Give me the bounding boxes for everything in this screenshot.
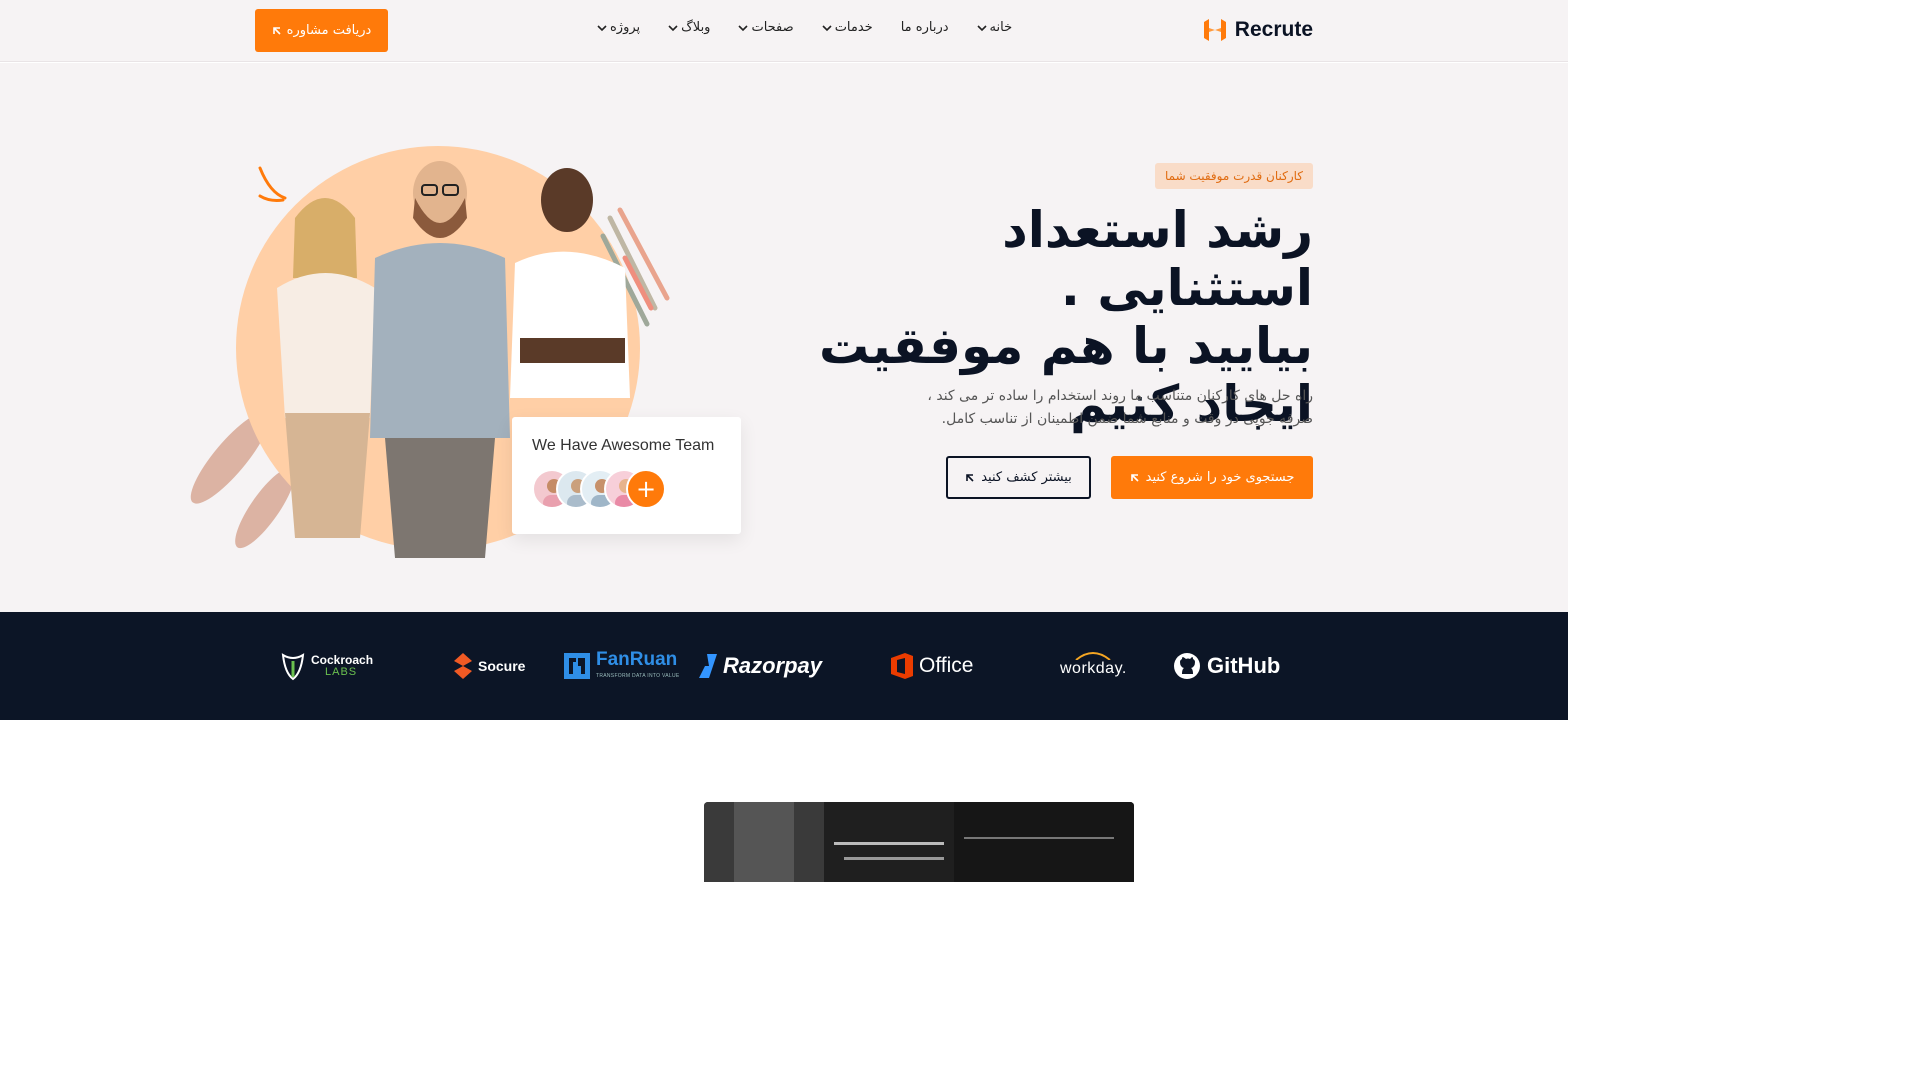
nav-item-services[interactable]: خدمات xyxy=(822,20,873,35)
cockroach-icon xyxy=(281,653,305,681)
chevron-down-icon xyxy=(738,24,749,31)
nav-label: صفحات xyxy=(751,20,794,35)
add-member-button[interactable]: + xyxy=(626,469,666,509)
hero-section: کارکنان قدرت موفقیت شما رشد استعداد استث… xyxy=(0,63,1568,612)
brand-name: Office xyxy=(919,654,974,677)
team-card: We Have Awesome Team + xyxy=(512,417,741,534)
brand-socure: Socure xyxy=(454,650,525,682)
office-photo xyxy=(704,802,1134,882)
description-line: صرفه جویی در وقت و منابع شما ضمن اطمینان… xyxy=(941,411,1313,427)
team-card-title: We Have Awesome Team xyxy=(532,437,715,454)
office-icon xyxy=(891,653,913,679)
brand-name: Cockroach xyxy=(311,653,374,667)
button-label: بیشتر کشف کنید xyxy=(981,470,1072,485)
brand-name: GitHub xyxy=(1207,653,1281,678)
brand-name: workday. xyxy=(1060,660,1127,677)
brand-name: Socure xyxy=(478,658,526,674)
brand-name: FanRuan xyxy=(596,649,678,670)
nav-item-pages[interactable]: صفحات xyxy=(738,20,794,35)
button-label: دریافت مشاوره xyxy=(286,23,372,38)
socure-icon xyxy=(454,653,472,679)
brand-fanruan: FanRuan TRANSFORM DATA INTO VALUE xyxy=(564,650,680,682)
brand-razorpay: Razorpay xyxy=(699,650,822,682)
nav-item-blog[interactable]: وبلاگ xyxy=(668,20,710,35)
main-nav: خانه درباره ما خدمات صفحات وبلاگ پروژه xyxy=(597,20,1012,35)
partner-logos-band: Cockroach LABS Socure FanRuan TRANSFORM … xyxy=(0,612,1568,720)
brand-sub: LABS xyxy=(325,666,358,678)
nav-item-about[interactable]: درباره ما xyxy=(901,20,949,35)
arrow-up-left-icon xyxy=(1130,473,1139,482)
chevron-down-icon xyxy=(668,24,678,31)
logo[interactable]: Recrute xyxy=(1201,16,1313,44)
brand-sub: TRANSFORM DATA INTO VALUE xyxy=(596,673,680,679)
nav-label: وبلاگ xyxy=(681,20,711,35)
recrute-logo-icon xyxy=(1203,19,1226,41)
nav-item-projects[interactable]: پروژه xyxy=(597,20,640,35)
headline-line: رشد استعداد استثنایی . xyxy=(1002,201,1313,317)
description-line: راه حل های کارکنان متناسب ما روند استخدا… xyxy=(927,388,1313,404)
workday-icon xyxy=(1075,652,1112,660)
fanruan-icon xyxy=(564,653,590,679)
nav-label: پروژه xyxy=(610,20,641,35)
github-icon xyxy=(1174,653,1200,679)
team-avatars: + xyxy=(532,469,721,511)
site-header: Recrute خانه درباره ما خدمات صفحات وبلاگ… xyxy=(0,0,1568,62)
headline-line: بیایید با هم موفقیت xyxy=(818,317,1313,375)
chevron-down-icon xyxy=(597,24,607,31)
nav-item-home[interactable]: خانه xyxy=(976,20,1013,35)
nav-label: خانه xyxy=(989,20,1013,35)
brand-office: Office xyxy=(891,650,973,682)
chevron-down-icon xyxy=(976,24,987,31)
nav-label: درباره ما xyxy=(900,20,949,35)
arrow-up-left-icon xyxy=(272,26,281,35)
logo-text: Recrute xyxy=(1234,18,1313,41)
brand-workday: workday. xyxy=(1060,650,1127,682)
chevron-down-icon xyxy=(822,24,832,31)
explore-more-button[interactable]: بیشتر کشف کنید xyxy=(946,456,1091,499)
button-label: جستجوی خود را شروع کنید xyxy=(1145,470,1295,485)
nav-label: خدمات xyxy=(834,20,873,35)
get-consultation-button[interactable]: دریافت مشاوره xyxy=(255,9,388,52)
brand-github: GitHub xyxy=(1173,650,1280,682)
start-search-button[interactable]: جستجوی خود را شروع کنید xyxy=(1111,456,1313,499)
brand-cockroach: Cockroach LABS xyxy=(281,650,373,682)
brand-name: Razorpay xyxy=(723,653,823,678)
razorpay-icon xyxy=(699,654,717,678)
hero-badge: کارکنان قدرت موفقیت شما xyxy=(1154,163,1313,189)
hero-description: راه حل های کارکنان متناسب ما روند استخدا… xyxy=(893,385,1313,431)
arrow-up-left-icon xyxy=(966,473,974,482)
